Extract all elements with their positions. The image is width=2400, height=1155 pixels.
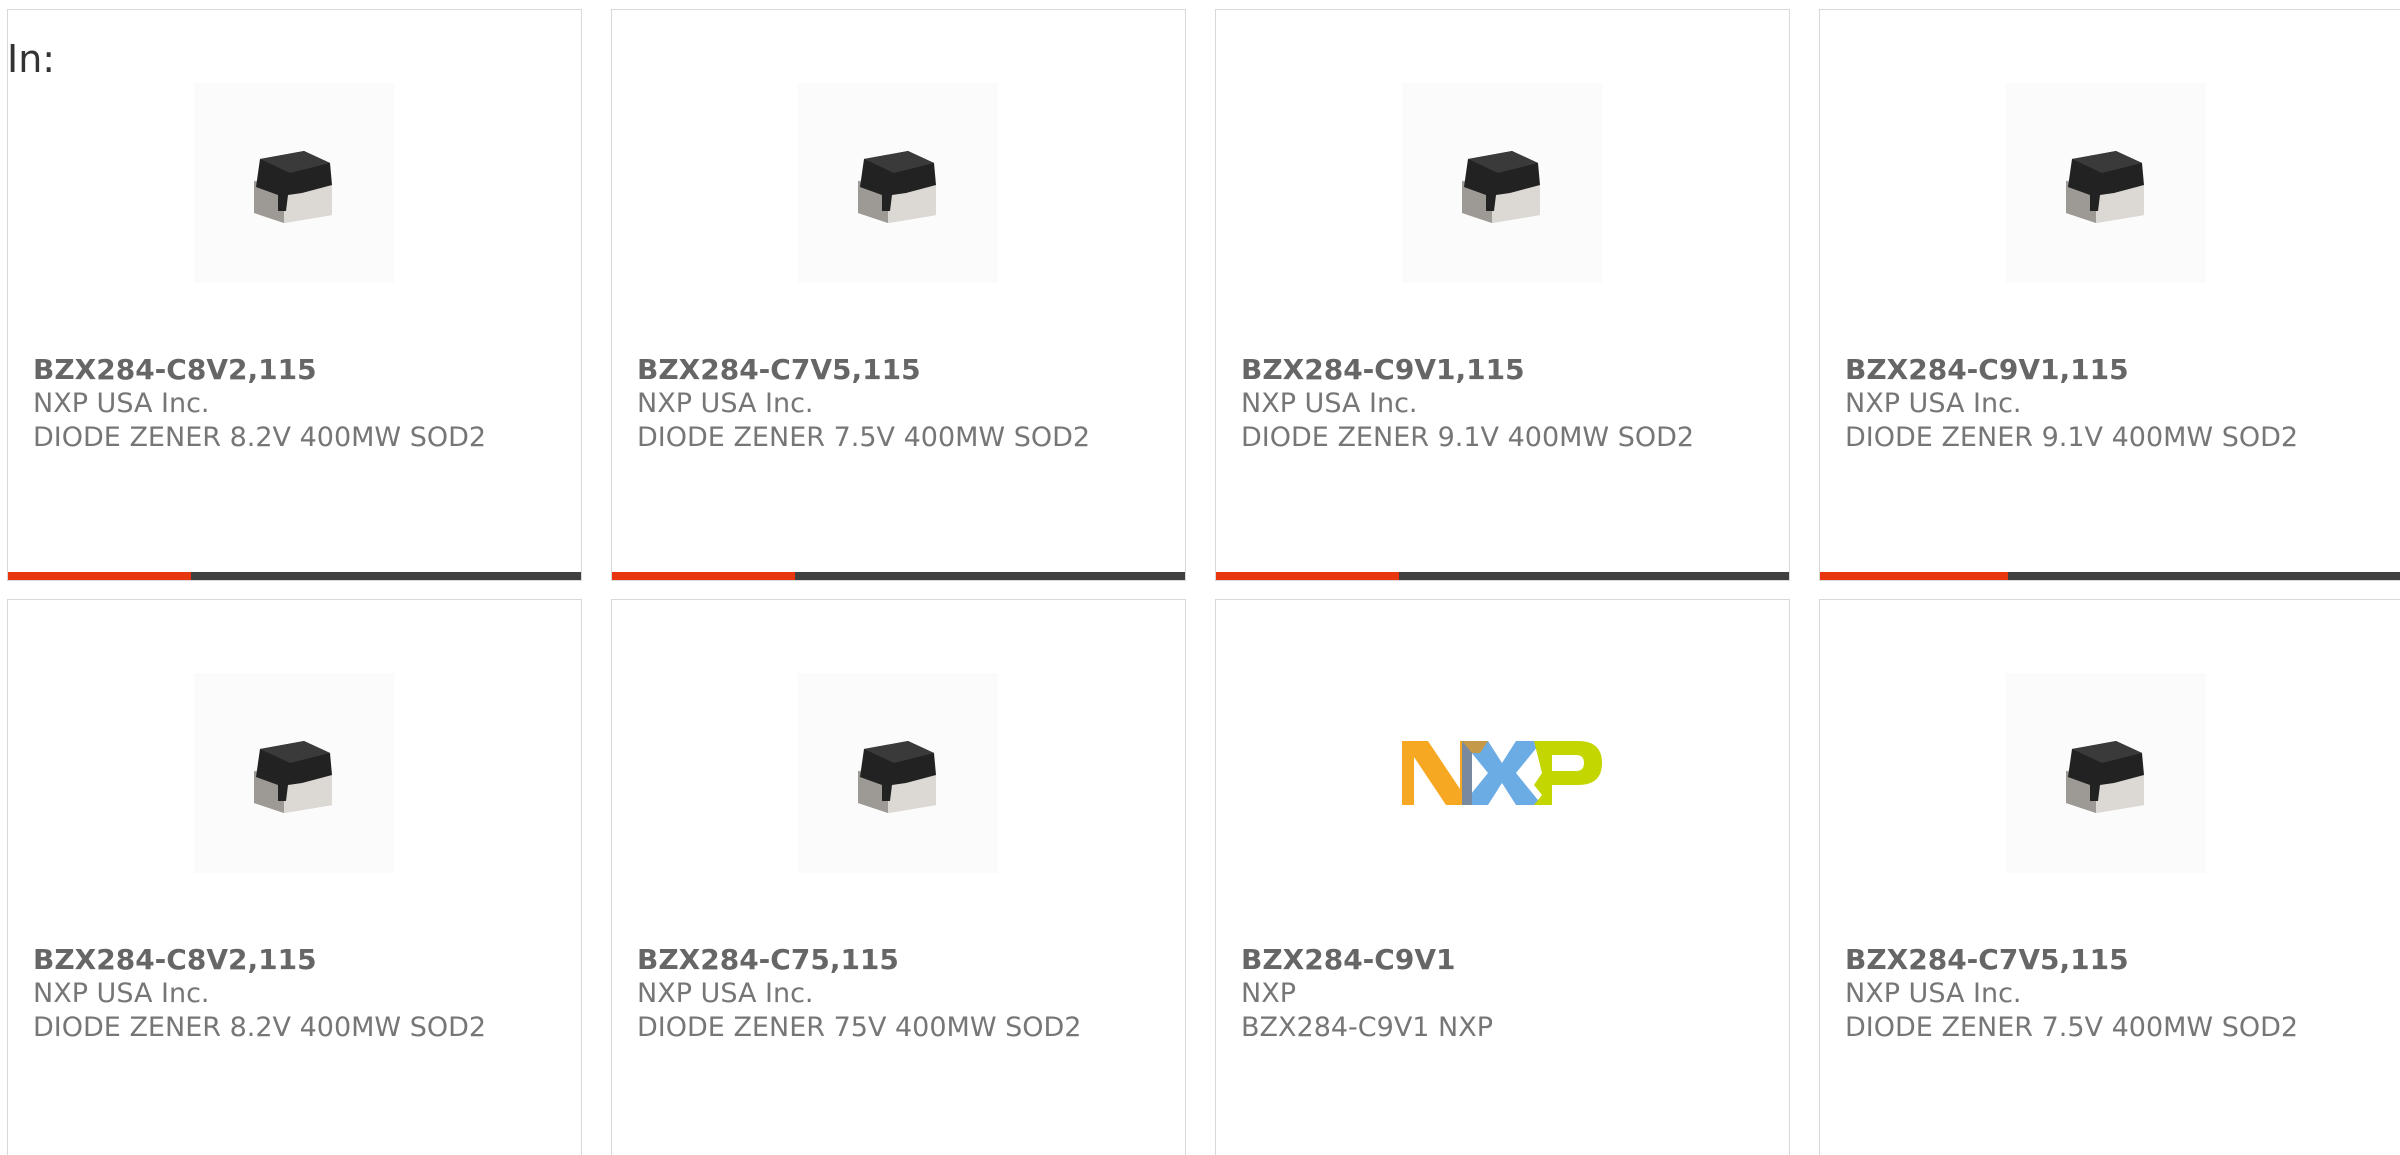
- progress-bar-fill: [8, 572, 192, 580]
- manufacturer: NXP USA Inc.: [1845, 978, 2022, 1009]
- progress-bar: [1216, 572, 1789, 580]
- manufacturer: NXP USA Inc.: [33, 978, 210, 1009]
- part-number[interactable]: BZX284-C7V5,115: [1845, 943, 2397, 977]
- progress-bar-fill: [1216, 572, 1400, 580]
- progress-bar-fill: [612, 572, 796, 580]
- product-info: BZX284-C8V2,115 NXP USA Inc. DIODE ZENER…: [33, 943, 571, 1045]
- product-card[interactable]: BZX284-C8V2,115 NXP USA Inc. DIODE ZENER…: [7, 599, 582, 1155]
- description: DIODE ZENER 7.5V 400MW SOD2: [637, 422, 1091, 453]
- diode-chip-icon: [848, 133, 948, 233]
- manufacturer: NXP USA Inc.: [637, 978, 814, 1009]
- diode-chip-icon: [1452, 133, 1552, 233]
- description: DIODE ZENER 9.1V 400MW SOD2: [1845, 422, 2299, 453]
- product-card[interactable]: BZX284-C7V5,115 NXP USA Inc. DIODE ZENER…: [611, 9, 1186, 581]
- description: DIODE ZENER 7.5V 400MW SOD2: [1845, 1012, 2299, 1043]
- diode-chip-icon: [848, 723, 948, 823]
- part-number[interactable]: BZX284-C9V1: [1241, 943, 1779, 977]
- progress-bar: [1820, 572, 2400, 580]
- product-grid: BZX284-C8V2,115 NXP USA Inc. DIODE ZENER…: [7, 9, 2400, 1155]
- product-info: BZX284-C9V1 NXP BZX284-C9V1 NXP: [1241, 943, 1779, 1045]
- product-card[interactable]: BZX284-C7V5,115 NXP USA Inc. DIODE ZENER…: [1819, 599, 2400, 1155]
- product-image: [2006, 83, 2206, 283]
- part-number[interactable]: BZX284-C8V2,115: [33, 353, 571, 387]
- diode-chip-icon: [244, 133, 344, 233]
- description: DIODE ZENER 8.2V 400MW SOD2: [33, 1012, 487, 1043]
- manufacturer: NXP: [1241, 978, 1296, 1009]
- description: DIODE ZENER 75V 400MW SOD2: [637, 1012, 1082, 1043]
- manufacturer: NXP USA Inc.: [1845, 388, 2022, 419]
- progress-bar: [612, 572, 1185, 580]
- product-card[interactable]: BZX284-C75,115 NXP USA Inc. DIODE ZENER …: [611, 599, 1186, 1155]
- in-label: In:: [7, 37, 56, 81]
- product-info: BZX284-C7V5,115 NXP USA Inc. DIODE ZENER…: [637, 353, 1175, 455]
- product-card[interactable]: BZX284-C9V1,115 NXP USA Inc. DIODE ZENER…: [1215, 9, 1790, 581]
- product-image: [1402, 83, 1602, 283]
- product-info: BZX284-C8V2,115 NXP USA Inc. DIODE ZENER…: [33, 353, 571, 455]
- product-image: [798, 83, 998, 283]
- product-image: [1402, 673, 1602, 873]
- product-image: [194, 673, 394, 873]
- product-image: [2006, 673, 2206, 873]
- product-info: BZX284-C9V1,115 NXP USA Inc. DIODE ZENER…: [1845, 353, 2397, 455]
- manufacturer: NXP USA Inc.: [1241, 388, 1418, 419]
- diode-chip-icon: [244, 723, 344, 823]
- progress-bar-fill: [1820, 572, 2008, 580]
- nxp-logo: [1402, 733, 1602, 813]
- product-info: BZX284-C9V1,115 NXP USA Inc. DIODE ZENER…: [1241, 353, 1779, 455]
- part-number[interactable]: BZX284-C9V1,115: [1241, 353, 1779, 387]
- product-card[interactable]: BZX284-C8V2,115 NXP USA Inc. DIODE ZENER…: [7, 9, 582, 581]
- product-info: BZX284-C75,115 NXP USA Inc. DIODE ZENER …: [637, 943, 1175, 1045]
- description: DIODE ZENER 8.2V 400MW SOD2: [33, 422, 487, 453]
- description: BZX284-C9V1 NXP: [1241, 1012, 1494, 1043]
- diode-chip-icon: [2056, 723, 2156, 823]
- part-number[interactable]: BZX284-C9V1,115: [1845, 353, 2397, 387]
- description: DIODE ZENER 9.1V 400MW SOD2: [1241, 422, 1695, 453]
- diode-chip-icon: [2056, 133, 2156, 233]
- product-image: [798, 673, 998, 873]
- part-number[interactable]: BZX284-C75,115: [637, 943, 1175, 977]
- part-number[interactable]: BZX284-C8V2,115: [33, 943, 571, 977]
- product-info: BZX284-C7V5,115 NXP USA Inc. DIODE ZENER…: [1845, 943, 2397, 1045]
- product-image: [194, 83, 394, 283]
- product-card[interactable]: BZX284-C9V1 NXP BZX284-C9V1 NXP: [1215, 599, 1790, 1155]
- manufacturer: NXP USA Inc.: [33, 388, 210, 419]
- manufacturer: NXP USA Inc.: [637, 388, 814, 419]
- part-number[interactable]: BZX284-C7V5,115: [637, 353, 1175, 387]
- product-card[interactable]: BZX284-C9V1,115 NXP USA Inc. DIODE ZENER…: [1819, 9, 2400, 581]
- progress-bar: [8, 572, 581, 580]
- product-results-page: In: BZX284-C8V2,115 NXP USA Inc. DIODE Z…: [0, 0, 2400, 1155]
